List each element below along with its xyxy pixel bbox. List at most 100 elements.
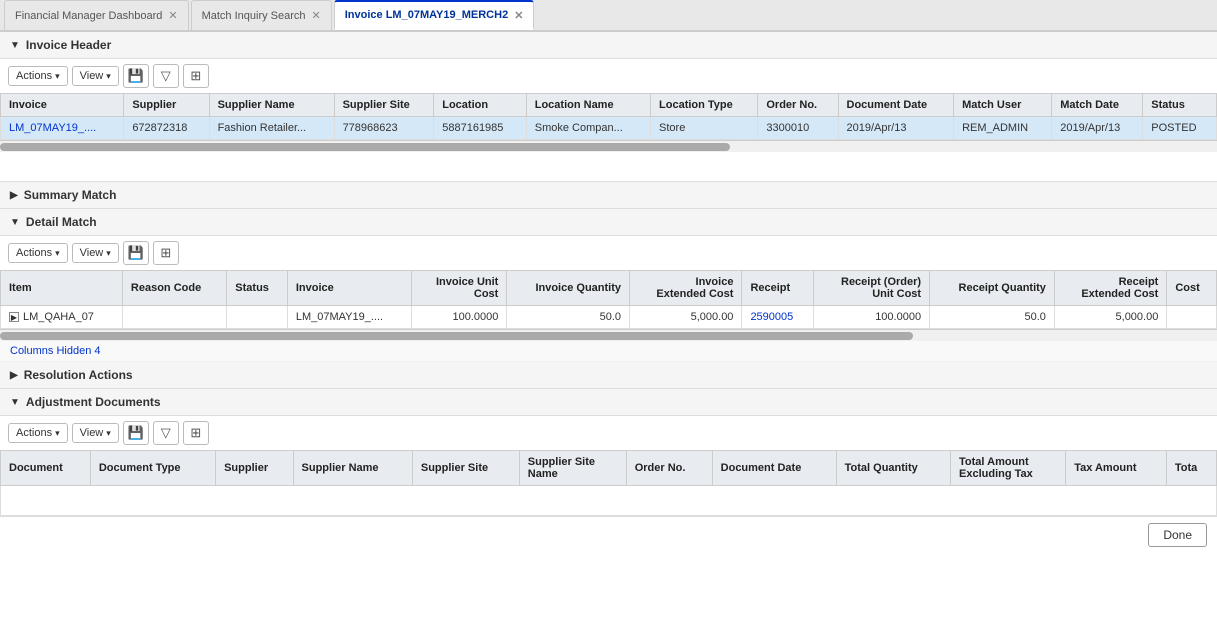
col-order-no: Order No.	[626, 451, 712, 486]
detail-match-actions-btn[interactable]: Actions ▾	[8, 243, 68, 263]
cell-location-type: Store	[651, 117, 758, 140]
view-label: View	[80, 70, 104, 82]
receipt-link[interactable]: 2590005	[750, 311, 793, 323]
col-item: Item	[1, 271, 123, 306]
resolution-actions-section[interactable]: ▶ Resolution Actions	[0, 362, 1217, 389]
col-invoice-unit-cost: Invoice UnitCost	[412, 271, 507, 306]
cell-reason-code	[122, 306, 226, 329]
grid-icon: ⊞	[190, 425, 201, 441]
filter-icon: ▽	[161, 68, 171, 84]
tab-invoice[interactable]: Invoice LM_07MAY19_MERCH2 ✕	[334, 0, 535, 30]
invoice-header-title: Invoice Header	[26, 38, 111, 52]
detail-match-view-btn[interactable]: View ▾	[72, 243, 119, 263]
adjustment-docs-table: Document Document Type Supplier Supplier…	[0, 450, 1217, 516]
cell-receipt: 2590005	[742, 306, 814, 329]
adjustment-docs-header-row: Document Document Type Supplier Supplier…	[1, 451, 1217, 486]
detail-match-section[interactable]: ▼ Detail Match	[0, 209, 1217, 236]
col-reason-code: Reason Code	[122, 271, 226, 306]
adjustment-docs-toolbar: Actions ▾ View ▾ 💾 ▽ ⊞	[0, 416, 1217, 450]
adjustment-docs-table-wrapper: Document Document Type Supplier Supplier…	[0, 450, 1217, 516]
invoice-link[interactable]: LM_07MAY19_....	[9, 122, 96, 134]
resolution-actions-expand-icon: ▶	[10, 370, 18, 381]
invoice-header-view-btn[interactable]: View ▾	[72, 66, 119, 86]
tab-close-financial[interactable]: ✕	[168, 9, 177, 22]
tab-close-match[interactable]: ✕	[312, 9, 321, 22]
col-invoice: Invoice	[287, 271, 412, 306]
col-document-date: Document Date	[838, 94, 954, 117]
detail-match-table-wrapper: Item Reason Code Status Invoice Invoice …	[0, 270, 1217, 329]
view-dropdown-icon: ▾	[106, 248, 111, 259]
cell-supplier: 672872318	[124, 117, 209, 140]
save-icon: 💾	[128, 245, 144, 261]
tab-close-invoice[interactable]: ✕	[514, 9, 523, 22]
cell-location-name: Smoke Compan...	[526, 117, 650, 140]
detail-match-body: Actions ▾ View ▾ 💾 ⊞ Item Reason Code	[0, 236, 1217, 362]
actions-label: Actions	[16, 427, 52, 439]
resolution-actions-title: Resolution Actions	[24, 368, 133, 382]
invoice-header-grid-btn[interactable]: ⊞	[183, 64, 209, 88]
col-match-user: Match User	[954, 94, 1052, 117]
invoice-header-filter-btn[interactable]: ▽	[153, 64, 179, 88]
detail-match-grid-btn[interactable]: ⊞	[153, 241, 179, 265]
adj-docs-grid-btn[interactable]: ⊞	[183, 421, 209, 445]
invoice-header-section[interactable]: ▼ Invoice Header	[0, 32, 1217, 59]
adj-docs-save-btn[interactable]: 💾	[123, 421, 149, 445]
cell-invoice-unit-cost: 100.0000	[412, 306, 507, 329]
adjustment-documents-section[interactable]: ▼ Adjustment Documents	[0, 389, 1217, 416]
adj-docs-actions-btn[interactable]: Actions ▾	[8, 423, 68, 443]
cell-status	[227, 306, 288, 329]
main-content: ▼ Invoice Header Actions ▾ View ▾ 💾 ▽ ⊞	[0, 32, 1217, 626]
col-supplier-site: Supplier Site	[334, 94, 434, 117]
col-status: Status	[1143, 94, 1217, 117]
expand-row-icon[interactable]: ▶	[9, 312, 19, 322]
invoice-header-hscroll-thumb	[0, 143, 730, 151]
col-invoice-quantity: Invoice Quantity	[507, 271, 630, 306]
col-total-quantity: Total Quantity	[836, 451, 950, 486]
actions-dropdown-icon: ▾	[55, 428, 60, 439]
cell-supplier-site: 778968623	[334, 117, 434, 140]
cell-status: POSTED	[1143, 117, 1217, 140]
adj-docs-filter-btn[interactable]: ▽	[153, 421, 179, 445]
summary-match-section[interactable]: ▶ Summary Match	[0, 182, 1217, 209]
cell-location: 5887161985	[434, 117, 527, 140]
view-dropdown-icon: ▾	[106, 71, 111, 82]
adjustment-docs-title: Adjustment Documents	[26, 395, 161, 409]
cell-document-date: 2019/Apr/13	[838, 117, 954, 140]
done-button[interactable]: Done	[1148, 523, 1207, 547]
col-total-amount-excl-tax: Total AmountExcluding Tax	[951, 451, 1066, 486]
detail-match-toolbar: Actions ▾ View ▾ 💾 ⊞	[0, 236, 1217, 270]
grid-icon: ⊞	[190, 68, 201, 84]
tab-match-inquiry[interactable]: Match Inquiry Search ✕	[191, 0, 332, 30]
adjustment-docs-body: Actions ▾ View ▾ 💾 ▽ ⊞ Document	[0, 416, 1217, 516]
view-label: View	[80, 427, 104, 439]
invoice-header-spacer	[0, 152, 1217, 182]
invoice-header-save-btn[interactable]: 💾	[123, 64, 149, 88]
detail-match-hscroll-thumb	[0, 332, 913, 340]
actions-label: Actions	[16, 247, 52, 259]
table-row[interactable]: ▶LM_QAHA_07 LM_07MAY19_.... 100.0000 50.…	[1, 306, 1217, 329]
cell-invoice: LM_07MAY19_....	[1, 117, 124, 140]
cell-match-user: REM_ADMIN	[954, 117, 1052, 140]
cell-supplier-name: Fashion Retailer...	[209, 117, 334, 140]
columns-hidden-badge[interactable]: Columns Hidden 4	[0, 341, 1217, 362]
tab-bar: Financial Manager Dashboard ✕ Match Inqu…	[0, 0, 1217, 32]
cell-receipt-extended-cost: 5,000.00	[1054, 306, 1166, 329]
col-location-type: Location Type	[651, 94, 758, 117]
col-receipt-order-unit-cost: Receipt (Order)Unit Cost	[813, 271, 929, 306]
detail-match-save-btn[interactable]: 💾	[123, 241, 149, 265]
tab-financial-dashboard[interactable]: Financial Manager Dashboard ✕	[4, 0, 189, 30]
col-location: Location	[434, 94, 527, 117]
adjustment-docs-collapse-icon: ▼	[10, 397, 20, 408]
invoice-header-table-wrapper: Invoice Supplier Supplier Name Supplier …	[0, 93, 1217, 140]
save-icon: 💾	[128, 425, 144, 441]
col-status: Status	[227, 271, 288, 306]
invoice-header-hscroll[interactable]	[0, 140, 1217, 152]
adj-docs-view-btn[interactable]: View ▾	[72, 423, 119, 443]
col-supplier: Supplier	[216, 451, 293, 486]
cell-receipt-order-unit-cost: 100.0000	[813, 306, 929, 329]
tab-label: Invoice LM_07MAY19_MERCH2	[345, 9, 508, 21]
invoice-header-actions-btn[interactable]: Actions ▾	[8, 66, 68, 86]
detail-match-hscroll[interactable]	[0, 329, 1217, 341]
table-row[interactable]: LM_07MAY19_.... 672872318 Fashion Retail…	[1, 117, 1217, 140]
cell-item: ▶LM_QAHA_07	[1, 306, 123, 329]
